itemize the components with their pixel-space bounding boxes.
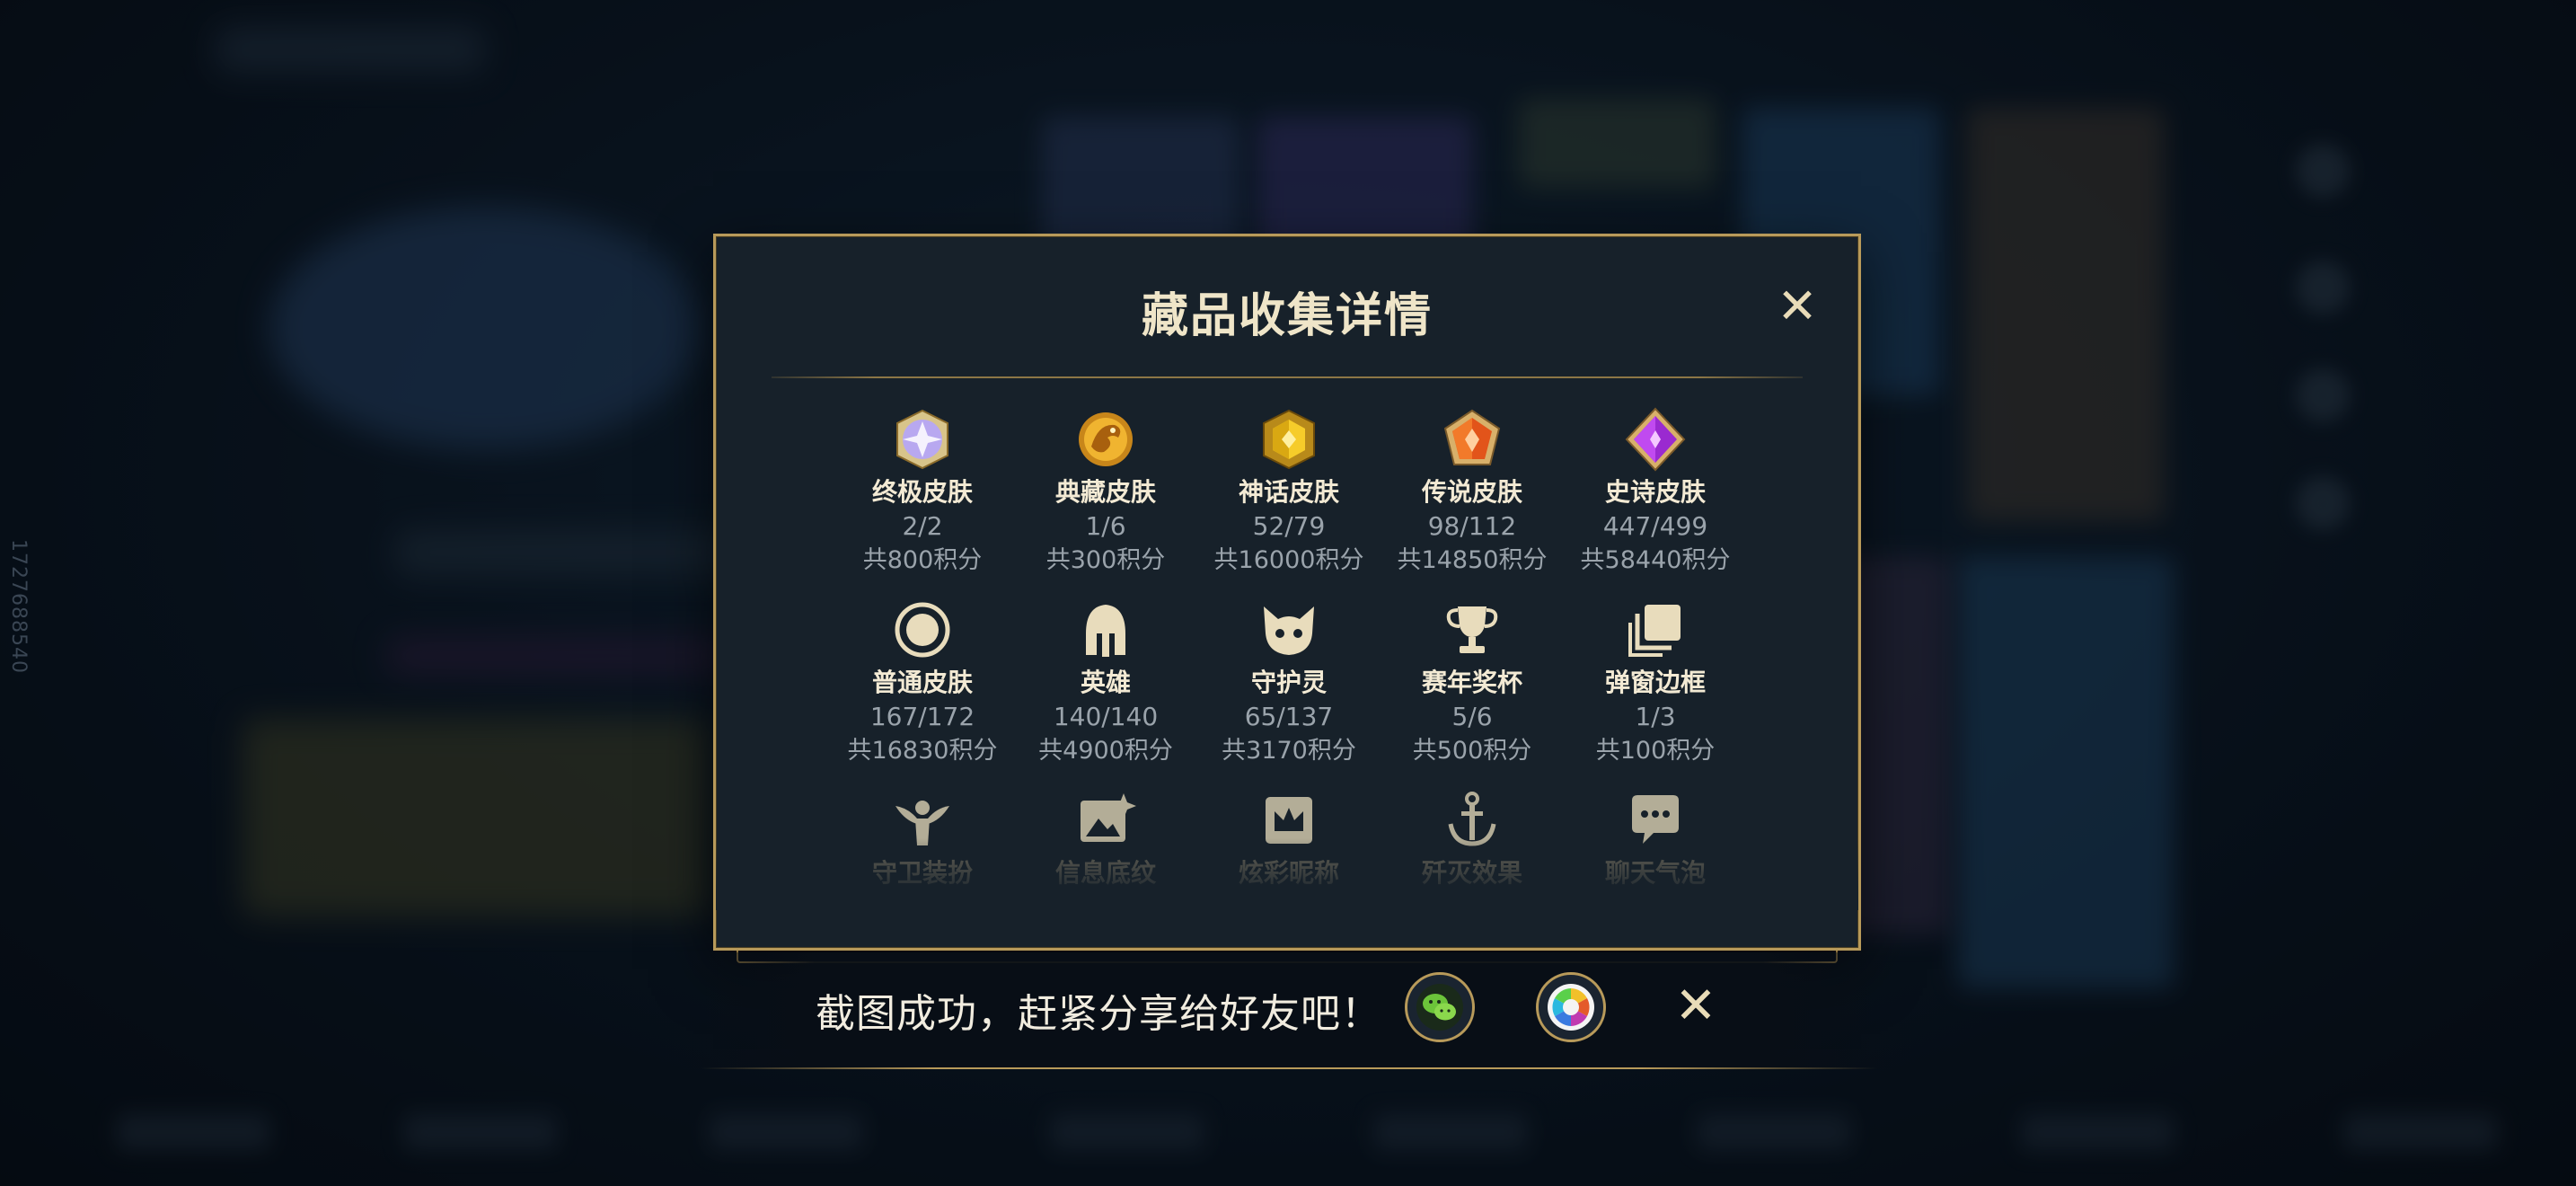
wechat-icon xyxy=(1416,984,1463,1031)
dialog-title: 藏品收集详情 xyxy=(1141,289,1433,343)
wechat-share-button[interactable] xyxy=(1405,972,1475,1042)
collection-item-myth-skin[interactable]: 神话皮肤 52/79 共16000积分 xyxy=(1197,407,1381,578)
trophy-icon xyxy=(1446,606,1498,653)
share-message: 截图成功，赶紧分享给好友吧！ xyxy=(816,991,1381,1037)
collection-item-colorful-nickname[interactable]: 炫彩昵称 xyxy=(1197,788,1381,890)
collection-item-season-trophy[interactable]: 赛年奖杯 5/6 共500积分 xyxy=(1381,597,1564,768)
image-sparkle-icon xyxy=(1081,793,1136,842)
collection-item-epic-skin[interactable]: 史诗皮肤 447/499 共58440积分 xyxy=(1564,407,1747,578)
close-icon[interactable]: ✕ xyxy=(1669,979,1723,1033)
orange-gem-icon xyxy=(1443,409,1501,465)
collection-grid: 终极皮肤 2/2 共800积分 典藏皮肤 1/6 共300积分 神话皮肤 52/… xyxy=(716,407,1858,910)
moments-camera-icon xyxy=(1548,984,1594,1031)
collection-item-ultimate-skin[interactable]: 终极皮肤 2/2 共800积分 xyxy=(831,407,1014,578)
collection-item-legend-skin[interactable]: 传说皮肤 98/112 共14850积分 xyxy=(1381,407,1564,578)
share-bar: 截图成功，赶紧分享给好友吧！ ✕ xyxy=(665,952,1913,1069)
collection-item-info-pattern[interactable]: 信息底纹 xyxy=(1014,788,1197,890)
collection-item-hero[interactable]: 英雄 140/140 共4900积分 xyxy=(1014,597,1197,768)
cat-face-icon xyxy=(1264,606,1314,655)
anchor-icon xyxy=(1448,792,1496,846)
ring-icon xyxy=(895,602,950,658)
gold-gem-icon xyxy=(1263,409,1315,470)
collection-item-popup-frame[interactable]: 弹窗边框 1/3 共100积分 xyxy=(1564,597,1747,768)
collection-item-normal-skin[interactable]: 普通皮肤 167/172 共16830积分 xyxy=(831,597,1014,768)
collection-item-kill-effect[interactable]: 歼灭效果 xyxy=(1381,788,1564,890)
collection-detail-dialog: 藏品收集详情 ✕ 终极皮肤 2/2 共800积分 典藏皮肤 1/6 共300积分 xyxy=(713,234,1861,951)
stacked-frames-icon xyxy=(1628,605,1681,657)
purple-gem-icon xyxy=(1625,407,1686,472)
collection-item-guardian-spirit[interactable]: 守护灵 65/137 共3170积分 xyxy=(1197,597,1381,768)
side-id-text: 1727688540 xyxy=(7,539,30,674)
share-bar-underline xyxy=(701,1067,1877,1069)
moments-share-button[interactable] xyxy=(1536,972,1606,1042)
title-divider xyxy=(772,376,1803,378)
chat-bubble-icon xyxy=(1632,795,1679,844)
helmet-icon xyxy=(1086,605,1125,657)
ultimate-gem-icon xyxy=(896,409,948,470)
crown-card-icon xyxy=(1266,797,1312,844)
close-icon[interactable]: ✕ xyxy=(1772,281,1822,332)
collection-item-collector-skin[interactable]: 典藏皮肤 1/6 共300积分 xyxy=(1014,407,1197,578)
collection-item-guard-outfit[interactable]: 守卫装扮 xyxy=(831,788,1014,890)
winged-figure-icon xyxy=(895,801,949,845)
dragon-emblem-icon xyxy=(1079,412,1133,466)
collection-item-chat-bubble[interactable]: 聊天气泡 xyxy=(1564,788,1747,890)
